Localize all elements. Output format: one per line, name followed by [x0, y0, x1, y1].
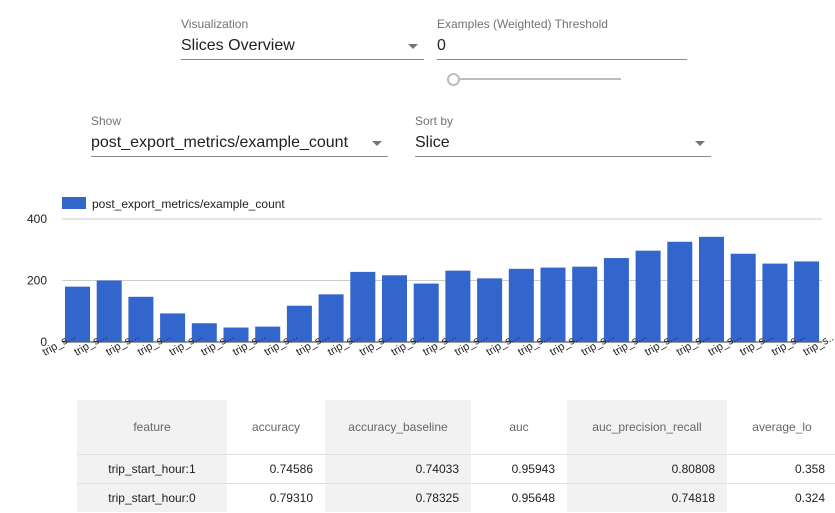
table-cell: 0.74586: [227, 454, 325, 484]
table-cell: trip_start_hour:0: [77, 483, 227, 512]
visualization-label: Visualization: [181, 17, 249, 31]
sort-by-label: Sort by: [415, 114, 454, 128]
column-header-accuracy-baseline[interactable]: accuracy_baseline: [325, 400, 471, 455]
table-cell: 0.79310: [227, 483, 325, 512]
table-cell: 0.95648: [471, 483, 567, 512]
column-header-average-lo[interactable]: average_lo: [727, 400, 835, 455]
bar[interactable]: [603, 258, 629, 342]
legend-label: post_export_metrics/example_count: [92, 197, 285, 211]
bar[interactable]: [730, 253, 756, 342]
bar[interactable]: [762, 263, 788, 342]
column-header-auc-precision-recall[interactable]: auc_precision_recall: [567, 400, 727, 455]
table-cell: 0.324: [727, 483, 835, 512]
example-count-bar-chart: post_export_metrics/example_count0200400…: [27, 197, 835, 359]
sort-by-select[interactable]: Sort by Slice: [415, 114, 711, 157]
visualization-selected-text: Slices Overview: [181, 37, 295, 54]
table-cell: 0.74818: [567, 483, 727, 512]
y-tick-label: 200: [27, 274, 47, 288]
metrics-table: feature accuracy accuracy_baseline auc auc_p…: [77, 400, 835, 513]
sort-by-value[interactable]: Slice: [415, 132, 711, 157]
table-header-row: feature accuracy accuracy_baseline auc auc_p…: [77, 400, 835, 455]
threshold-label: Examples (Weighted) Threshold: [437, 17, 608, 31]
threshold-slider-track[interactable]: [447, 78, 621, 80]
table-row: trip_start_hour:1 0.74586 0.74033 0.95943 0.…: [77, 454, 835, 484]
table-cell: 0.78325: [325, 483, 471, 512]
visualization-value[interactable]: Slices Overview: [181, 35, 424, 60]
show-selected-text: post_export_metrics/example_count: [91, 134, 349, 151]
table-cell: 0.74033: [325, 454, 471, 484]
threshold-slider-knob[interactable]: [447, 73, 460, 86]
show-value[interactable]: post_export_metrics/example_count: [91, 132, 388, 157]
bar[interactable]: [794, 261, 820, 342]
show-select[interactable]: Show post_export_metrics/example_count: [91, 114, 388, 157]
bar[interactable]: [635, 250, 661, 342]
threshold-input[interactable]: 0: [437, 35, 687, 60]
dropdown-arrow-icon: [695, 141, 705, 146]
bar[interactable]: [667, 241, 693, 342]
sort-by-selected-text: Slice: [415, 134, 450, 151]
table-cell: 0.80808: [567, 454, 727, 484]
table-cell: trip_start_hour:1: [77, 454, 227, 484]
show-label: Show: [91, 114, 122, 128]
column-header-accuracy[interactable]: accuracy: [227, 400, 325, 455]
dropdown-arrow-icon: [408, 44, 418, 49]
table-cell: 0.95943: [471, 454, 567, 484]
dropdown-arrow-icon: [372, 141, 382, 146]
bar[interactable]: [572, 266, 598, 342]
y-tick-label: 400: [27, 212, 47, 226]
legend-swatch: [62, 197, 86, 209]
table-cell: 0.358: [727, 454, 835, 484]
table-row: trip_start_hour:0 0.79310 0.78325 0.95648 0.…: [77, 483, 835, 512]
threshold-field[interactable]: Examples (Weighted) Threshold 0: [437, 17, 687, 60]
bar[interactable]: [699, 236, 724, 342]
visualization-select[interactable]: Visualization Slices Overview: [181, 17, 424, 60]
column-header-feature[interactable]: feature: [77, 400, 227, 455]
column-header-auc[interactable]: auc: [471, 400, 567, 455]
